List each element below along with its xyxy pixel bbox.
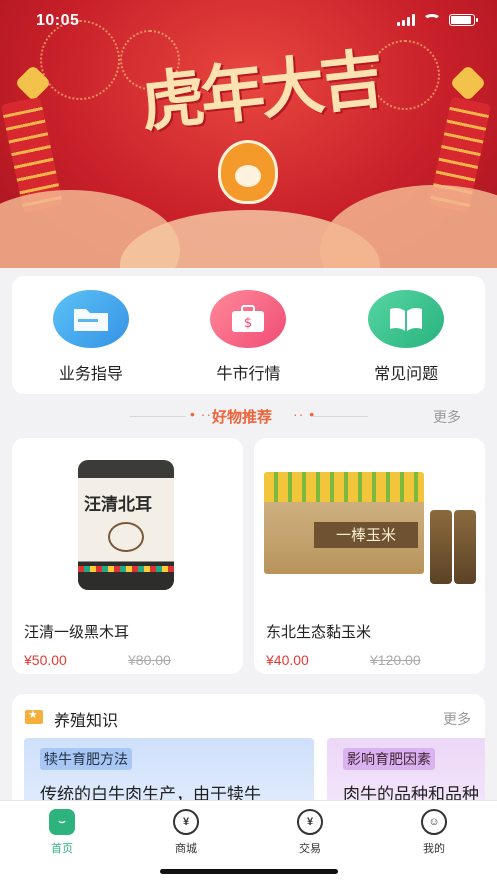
lantern-icon [449, 64, 487, 102]
tab-mine[interactable]: ☺ 我的 [394, 809, 474, 856]
recommend-title: 好物推荐 [212, 409, 273, 426]
tab-label: 交易 [299, 843, 321, 855]
folder-icon [52, 290, 129, 348]
jar-seal [108, 522, 144, 552]
knowledge-tag: 影响育肥因素 [343, 748, 435, 770]
product-image: 汪清北耳 [12, 438, 243, 608]
knowledge-tag: 犊牛育肥方法 [40, 748, 132, 770]
svg-text:$: $ [244, 316, 252, 331]
quick-entry-faq[interactable]: 常见问题 [346, 290, 466, 384]
tab-home[interactable]: ⌣ 首页 [22, 809, 102, 856]
divider [312, 416, 368, 417]
product-name: 汪清一级黑木耳 [24, 624, 130, 641]
title-dots: ·· • [293, 406, 316, 422]
home-indicator[interactable] [160, 869, 338, 874]
tab-label: 我的 [423, 843, 445, 855]
quick-entry-panel: 业务指导 $ 牛市行情 常见问题 [12, 276, 485, 394]
tiger-mascot-image [218, 140, 278, 204]
box-label: 一棒玉米 [314, 522, 418, 548]
status-time: 10:05 [36, 12, 80, 29]
product-card[interactable]: 一棒玉米 东北生态黏玉米 ¥40.00 ¥120.00 [254, 438, 485, 674]
divider [130, 416, 186, 417]
recommend-more-link[interactable]: 更多 [433, 407, 461, 427]
briefcase-icon: $ [210, 290, 287, 348]
quick-entry-label: 牛市行情 [216, 366, 281, 383]
title-dots: • ·· [190, 406, 213, 422]
product-price: ¥40.00 [266, 652, 309, 668]
battery-icon [449, 14, 478, 26]
product-card[interactable]: 汪清北耳 汪清一级黑木耳 ¥50.00 ¥80.00 [12, 438, 243, 674]
signal-icon [397, 14, 415, 26]
corn-bag-image [454, 510, 476, 584]
knowledge-more-link[interactable]: 更多 [443, 709, 471, 729]
recommend-section-header: • ·· 好物推荐 ·· • 更多 [0, 400, 497, 432]
corn-decoration [264, 472, 424, 502]
jar-stripe [78, 566, 174, 572]
product-price: ¥50.00 [24, 652, 67, 668]
quick-entry-label: 业务指导 [58, 366, 123, 383]
corn-box-image: 一棒玉米 [264, 472, 424, 574]
quick-entry-market[interactable]: $ 牛市行情 [188, 290, 308, 384]
quick-entry-business-guide[interactable]: 业务指导 [31, 290, 151, 384]
exchange-icon: ¥ [297, 809, 323, 835]
product-original-price: ¥120.00 [370, 652, 421, 668]
quick-entry-label: 常见问题 [374, 366, 439, 383]
product-image: 一棒玉米 [254, 438, 485, 608]
star-badge-icon [25, 708, 43, 724]
tab-trade[interactable]: ¥ 交易 [270, 809, 350, 856]
home-icon: ⌣ [49, 809, 75, 835]
tab-label: 首页 [51, 843, 73, 855]
corn-bag-image [430, 510, 452, 584]
knowledge-title: 养殖知识 [54, 713, 119, 730]
cloud-decoration [320, 185, 497, 268]
tab-mall[interactable]: ¥ 商城 [146, 809, 226, 856]
wifi-icon [423, 14, 441, 26]
money-bag-icon: ¥ [173, 809, 199, 835]
status-bar: 10:05 [0, 0, 497, 46]
status-icons [397, 14, 478, 26]
book-icon [368, 290, 445, 348]
product-name: 东北生态黏玉米 [266, 624, 372, 641]
fungus-jar-image: 汪清北耳 [78, 460, 174, 590]
jar-label: 汪清北耳 [84, 495, 152, 515]
tab-label: 商城 [175, 843, 197, 855]
smile-icon: ☺ [421, 809, 447, 835]
product-original-price: ¥80.00 [128, 652, 171, 668]
